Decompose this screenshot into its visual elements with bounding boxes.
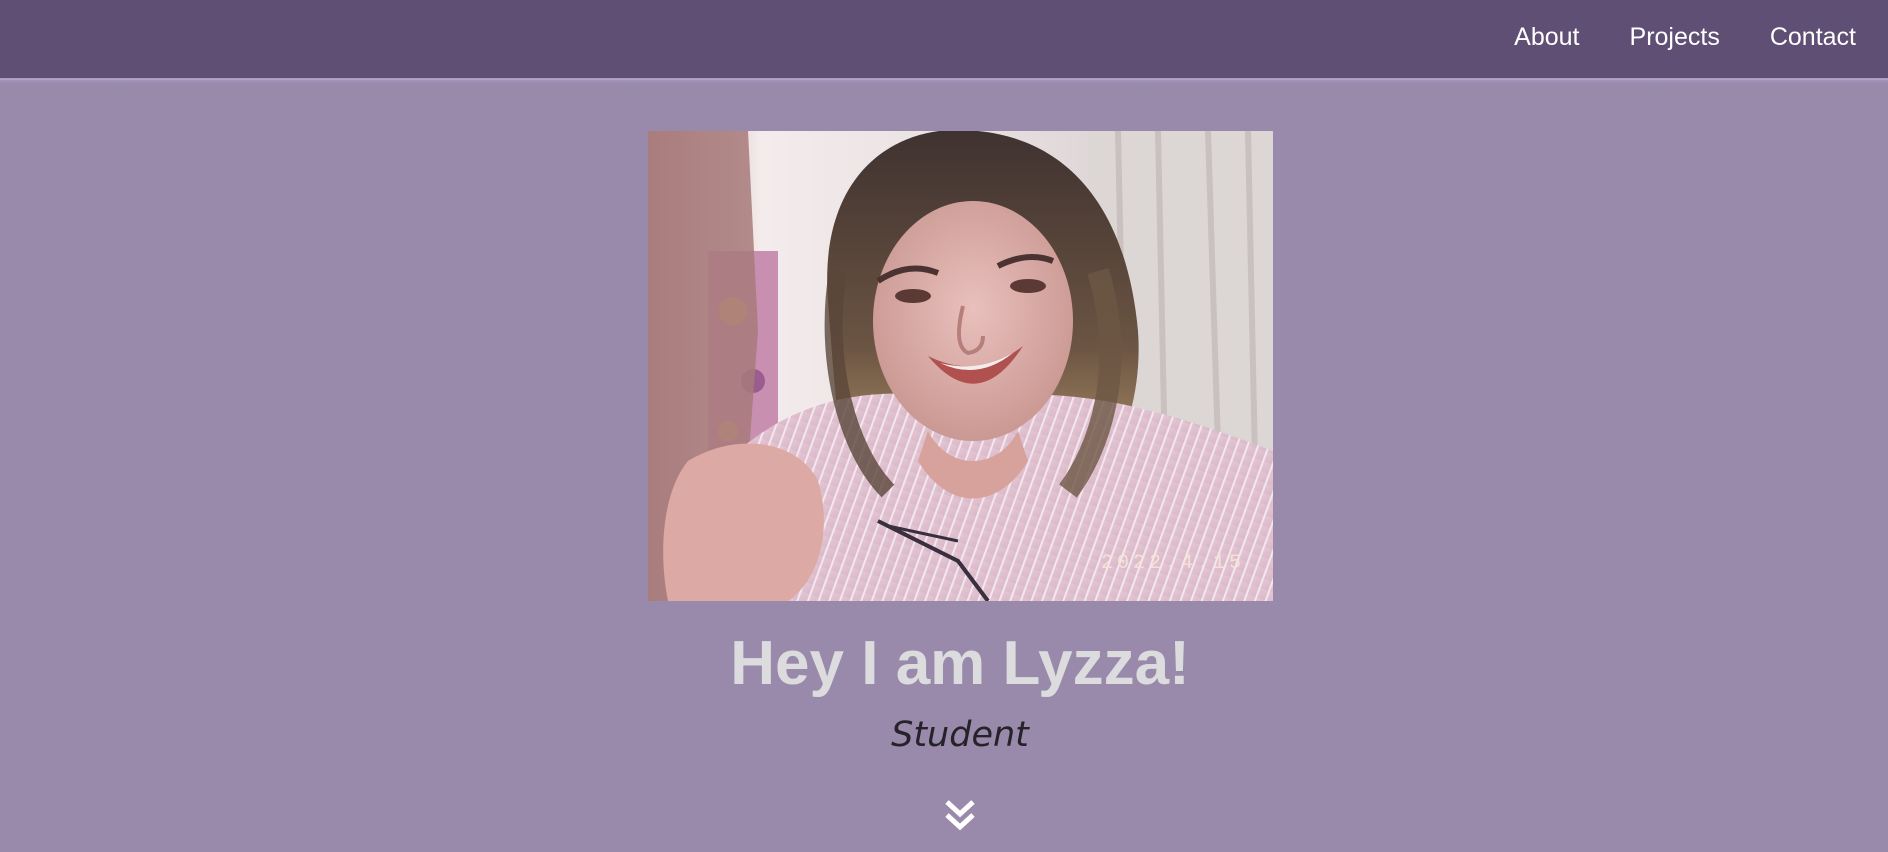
hero-subtitle: Student [891,715,1029,755]
double-chevron-down-icon[interactable] [944,799,976,833]
photo-date-stamp: 2022.4.15 [1101,552,1245,575]
top-navbar: About Projects Contact [0,0,1888,84]
nav-menu: About Projects Contact [1514,0,1856,74]
nav-link-contact[interactable]: Contact [1770,23,1856,52]
profile-photo: 2022.4.15 [648,131,1273,601]
nav-link-projects[interactable]: Projects [1630,23,1720,52]
hero-section: 2022.4.15 Hey I am Lyzza! Student [0,80,1888,852]
hero-title: Hey I am Lyzza! [730,629,1190,698]
nav-link-about[interactable]: About [1514,23,1579,52]
